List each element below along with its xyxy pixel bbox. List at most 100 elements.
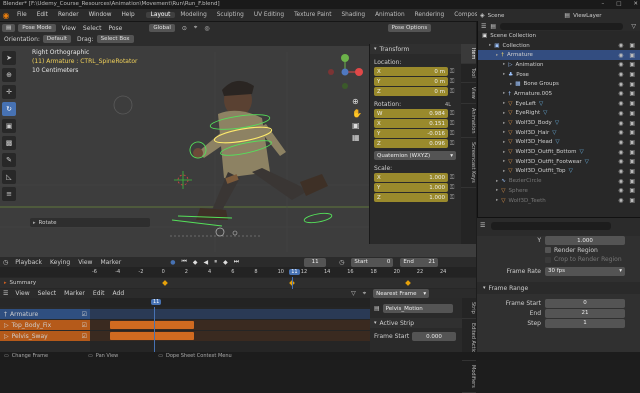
next-key-icon[interactable]: ◆	[223, 259, 228, 266]
close-icon[interactable]: ✕	[633, 0, 638, 9]
lock-icon[interactable]: ⚿	[448, 129, 456, 138]
transform-field[interactable]: X 1.000	[374, 173, 448, 182]
visibility-icon[interactable]: ◉ ▣	[618, 42, 637, 49]
proportional-icon[interactable]: ◎	[204, 25, 209, 32]
camera-icon[interactable]: ▣	[352, 121, 362, 130]
outliner-item[interactable]: ▸ ▷ Animation ◉ ▣	[478, 60, 640, 70]
workspace-tab[interactable]: Modeling	[175, 12, 211, 18]
nla-channel[interactable]: ▷ Pelvis_Sway ☑	[0, 331, 90, 341]
rotate-tool-icon[interactable]: ↻	[2, 102, 16, 116]
lock-icon[interactable]: ⚿	[448, 183, 456, 192]
sidebar-tab[interactable]: Animation	[461, 104, 476, 139]
transform-field[interactable]: Z 0 m	[374, 87, 448, 96]
visibility-icon[interactable]: ◉ ▣	[618, 168, 637, 175]
outliner-item[interactable]: ▸ ▽ Wolf3D_Teeth ◉ ▣	[478, 196, 640, 206]
outliner-item[interactable]: ▸ ♣ Pose ◉ ▣	[478, 70, 640, 80]
pose-options-dropdown[interactable]: Pose Options	[387, 24, 432, 32]
transform-field[interactable]: X 0 m	[374, 67, 448, 76]
view-layer-label[interactable]: ViewLayer	[573, 13, 601, 19]
playhead[interactable]	[292, 277, 294, 289]
expand-arrow-icon[interactable]: ▸	[496, 179, 498, 184]
workspace-tab[interactable]: Shading	[337, 12, 371, 18]
workspace-tab[interactable]: Texture Paint	[289, 12, 336, 18]
sidebar-tab[interactable]: View	[461, 83, 476, 104]
clock-icon[interactable]: ◷	[3, 259, 8, 266]
start-frame-field[interactable]: Start 0	[351, 257, 394, 267]
transform-field[interactable]: Z 1.000	[374, 193, 448, 202]
nla-menu-item[interactable]: Add	[113, 290, 125, 297]
expand-arrow-icon[interactable]: ▸	[503, 130, 505, 135]
timeline-menu-item[interactable]: Keying	[50, 259, 70, 266]
nla-menu-item[interactable]: View	[15, 290, 29, 297]
keyframe-marker[interactable]	[161, 280, 168, 286]
outliner-item[interactable]: ▸ ▽ Sphere ◉ ▣	[478, 186, 640, 196]
outliner-root[interactable]: ▣ Scene Collection	[478, 31, 640, 41]
transform-field[interactable]: W 0.984	[374, 109, 448, 118]
outliner-item[interactable]: ▸ ▽ Wolf3D_Hair ▽ ◉ ▣	[478, 128, 640, 138]
render-region-checkbox[interactable]	[545, 247, 551, 253]
snap-icon[interactable]: ⌖	[194, 24, 197, 32]
maximize-icon[interactable]: □	[616, 0, 621, 9]
expand-arrow-icon[interactable]: ▸	[503, 62, 505, 67]
timeline-menu-item[interactable]: View	[78, 259, 92, 266]
workspace-tab[interactable]: Sculpting	[212, 12, 249, 18]
display-mode-icon[interactable]: ▤	[490, 23, 496, 30]
visibility-icon[interactable]: ◉ ▣	[618, 158, 637, 165]
sidebar-tab[interactable]: Tool	[461, 64, 476, 84]
drag-selector[interactable]: Select Box	[96, 35, 134, 43]
editor-type-icon[interactable]: ▤	[2, 24, 16, 32]
expand-arrow-icon[interactable]: ▸	[496, 53, 498, 58]
expand-arrow-icon[interactable]: ▸	[503, 101, 505, 106]
menu-item[interactable]: Render	[53, 12, 84, 18]
nla-current-frame[interactable]: 11	[151, 299, 162, 305]
visibility-icon[interactable]: ◉ ▣	[618, 100, 637, 107]
frame-range-header[interactable]: ▾ Frame Range	[477, 282, 640, 294]
snap-icon[interactable]: ⌖	[363, 290, 366, 298]
pose-tool-icon[interactable]: ≡	[2, 187, 16, 201]
timeline-menu-item[interactable]: Playback	[15, 259, 42, 266]
lock-icon[interactable]: ⚿	[448, 193, 456, 202]
annotate-tool-icon[interactable]: ✎	[2, 153, 16, 167]
menu-item[interactable]: Edit	[32, 12, 53, 18]
navigation-gizmo[interactable]	[325, 52, 365, 92]
sidebar-tab[interactable]: Item	[461, 44, 476, 65]
prev-key-icon[interactable]: ◆	[193, 259, 198, 266]
visibility-icon[interactable]: ◉ ▣	[618, 61, 637, 68]
expand-arrow-icon[interactable]: ▸	[503, 111, 505, 116]
visibility-icon[interactable]: ◉ ▣	[618, 129, 637, 136]
transform-field[interactable]: Y -0.016	[374, 129, 448, 138]
nla-side-tab[interactable]: Strip	[462, 298, 476, 319]
visibility-icon[interactable]: ◉ ▣	[618, 178, 637, 185]
expand-arrow-icon[interactable]: ▸	[503, 140, 505, 145]
measure-tool-icon[interactable]: ◺	[2, 170, 16, 184]
frame-start-field[interactable]: 0	[545, 298, 625, 308]
channel-checkbox[interactable]: ☑	[82, 333, 87, 340]
outliner-item[interactable]: ▸ ▽ Wolf3D_Head ▽ ◉ ▣	[478, 138, 640, 148]
visibility-icon[interactable]: ◉ ▣	[618, 110, 637, 117]
minimize-icon[interactable]: –	[601, 0, 604, 9]
workspace-tab[interactable]: Rendering	[410, 12, 450, 18]
expand-arrow-icon[interactable]: ▸	[503, 150, 505, 155]
lock-icon[interactable]: ⚿	[448, 173, 456, 182]
outliner-item[interactable]: ▸ † Armature.005 ◉ ▣	[478, 89, 640, 99]
workspace-tab[interactable]: Layout	[145, 12, 176, 18]
menu-item[interactable]: File	[12, 12, 32, 18]
expand-arrow-icon[interactable]: ▸	[489, 43, 491, 48]
expand-arrow-icon[interactable]: ▸	[503, 121, 505, 126]
editor-type-icon[interactable]: ☰	[480, 222, 485, 229]
transform-orientation[interactable]: Global	[149, 24, 175, 32]
frame-rate-dropdown[interactable]: 30 fps ▾	[545, 266, 625, 276]
viewport-menu-item[interactable]: Pose	[108, 25, 122, 32]
channel-checkbox[interactable]: ☑	[82, 311, 87, 318]
visibility-icon[interactable]: ◉ ▣	[618, 52, 637, 59]
frame-step-field[interactable]: 1	[545, 318, 625, 328]
expand-arrow-icon[interactable]: ▸	[503, 169, 505, 174]
menu-item[interactable]: Help	[116, 12, 139, 18]
orientation-selector[interactable]: Default	[42, 35, 72, 43]
rotation-mode-badge[interactable]: 4L	[445, 102, 451, 108]
lock-icon[interactable]: ⚿	[448, 67, 456, 76]
transform-field[interactable]: Z 0.096	[374, 139, 448, 148]
transform-tool-icon[interactable]: ▩	[2, 136, 16, 150]
workspace-tab[interactable]: UV Editing	[249, 12, 289, 18]
outliner-item[interactable]: ▸ ▽ EyeRight ▽ ◉ ▣	[478, 109, 640, 119]
